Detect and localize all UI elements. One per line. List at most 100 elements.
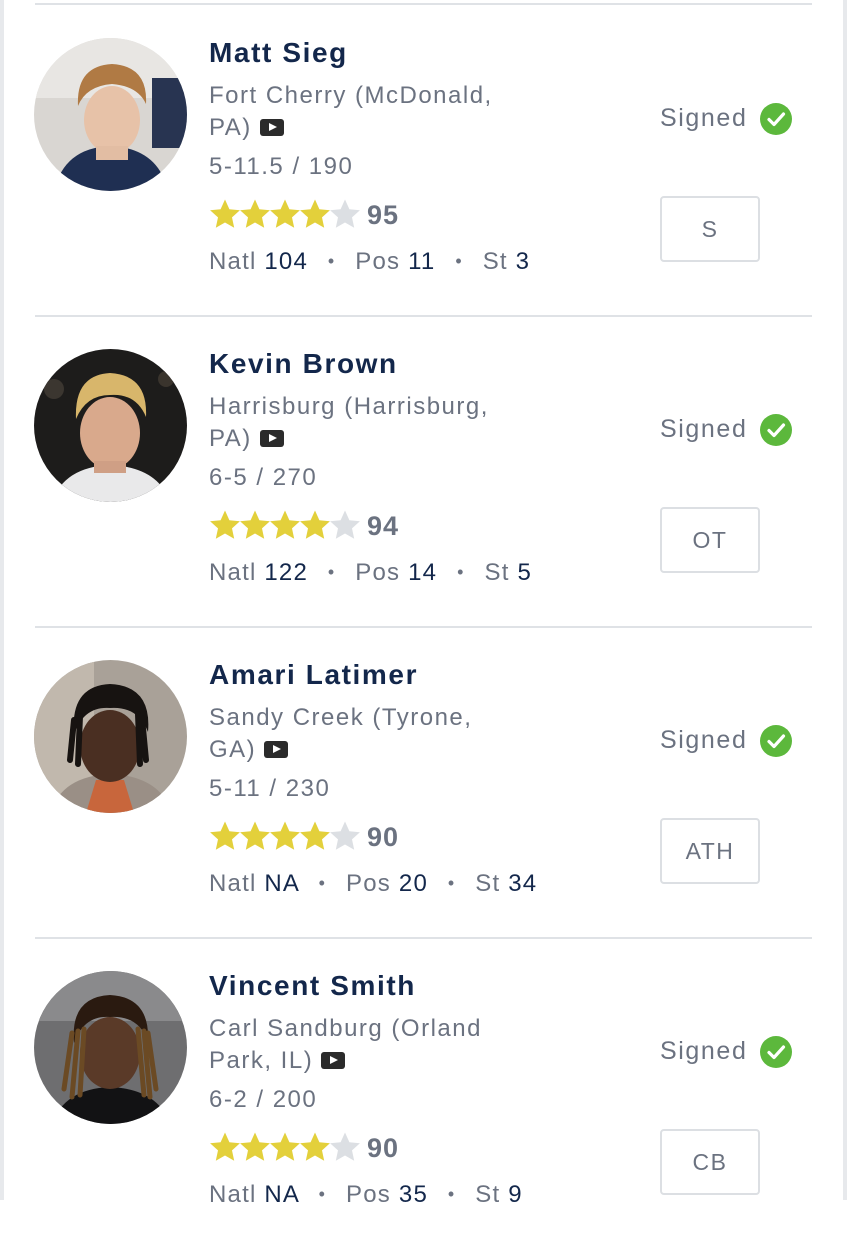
star-filled-icon <box>210 510 240 539</box>
rank-pos-label: Pos <box>346 1181 392 1208</box>
position-badge[interactable]: ATH <box>660 818 760 884</box>
recruit-name[interactable]: Vincent Smith <box>209 970 416 1002</box>
school-text: Sandy Creek (Tyrone, GA) <box>209 704 473 763</box>
star-empty-icon <box>330 199 360 228</box>
star-empty-icon <box>330 510 360 539</box>
recruit-row[interactable]: Vincent Smith Carl Sandburg (Orland Park… <box>0 933 847 1244</box>
rankings: Natl 122 • Pos 14 • St 5 <box>209 559 532 587</box>
rank-st-value[interactable]: 9 <box>508 1181 523 1208</box>
separator-dot: • <box>447 1184 456 1204</box>
rank-pos-value[interactable]: 14 <box>408 559 437 586</box>
avatar[interactable] <box>34 349 187 502</box>
rating-score: 94 <box>367 511 400 541</box>
recruit-school[interactable]: Fort Cherry (McDonald, PA) <box>209 80 509 144</box>
separator-dot: • <box>318 873 327 893</box>
school-text: Carl Sandburg (Orland Park, IL) <box>209 1015 482 1074</box>
recruit-name[interactable]: Amari Latimer <box>209 659 418 691</box>
separator-dot: • <box>327 251 336 271</box>
recruit-name[interactable]: Kevin Brown <box>209 348 398 380</box>
check-circle-icon <box>760 414 792 446</box>
check-circle-icon <box>760 725 792 757</box>
rank-pos-value[interactable]: 11 <box>408 248 435 275</box>
rank-pos-value[interactable]: 35 <box>399 1181 428 1208</box>
rank-pos-value[interactable]: 20 <box>399 870 428 897</box>
rank-st-label: St <box>482 248 508 275</box>
rank-natl-label: Natl <box>209 248 257 275</box>
video-icon[interactable] <box>259 119 284 136</box>
star-filled-icon <box>240 1132 270 1161</box>
rank-natl-value[interactable]: 122 <box>264 559 308 586</box>
rating-score: 90 <box>367 822 400 852</box>
rank-pos-label: Pos <box>355 559 401 586</box>
rank-natl-value[interactable]: NA <box>264 1181 298 1208</box>
recruit-school[interactable]: Harrisburg (Harrisburg, PA) <box>209 391 509 455</box>
status-label: Signed <box>660 1037 748 1065</box>
star-filled-icon <box>210 821 240 850</box>
avatar[interactable] <box>34 38 187 191</box>
rankings: Natl NA • Pos 35 • St 9 <box>209 1181 523 1209</box>
star-filled-icon <box>210 199 240 228</box>
recruit-row[interactable]: Kevin Brown Harrisburg (Harrisburg, PA) … <box>0 311 847 622</box>
separator-dot: • <box>455 251 463 271</box>
video-icon[interactable] <box>264 741 289 758</box>
recruit-measurements: 6-5 / 270 <box>209 464 318 491</box>
rating-score: 95 <box>367 200 400 230</box>
star-filled-icon <box>210 1132 240 1161</box>
recruit-measurements: 6-2 / 200 <box>209 1086 318 1113</box>
rankings: Natl 104 • Pos 11 • St 3 <box>209 248 530 276</box>
recruit-row[interactable]: Amari Latimer Sandy Creek (Tyrone, GA) 5… <box>0 622 847 933</box>
star-filled-icon <box>270 510 300 539</box>
recruit-measurements: 5-11 / 230 <box>209 775 331 802</box>
recruit-row[interactable]: Matt Sieg Fort Cherry (McDonald, PA) 5-1… <box>0 0 847 311</box>
star-filled-icon <box>270 1132 300 1161</box>
recruit-school[interactable]: Carl Sandburg (Orland Park, IL) <box>209 1013 509 1077</box>
separator-dot: • <box>447 873 456 893</box>
check-circle-icon <box>760 1036 792 1068</box>
recruit-list: Matt Sieg Fort Cherry (McDonald, PA) 5-1… <box>0 0 847 1208</box>
rank-st-value[interactable]: 3 <box>516 248 531 275</box>
star-empty-icon <box>330 821 360 850</box>
check-circle-icon <box>760 103 792 135</box>
rating-score: 90 <box>367 1133 400 1163</box>
rank-st-value[interactable]: 34 <box>508 870 537 897</box>
star-filled-icon <box>240 510 270 539</box>
rank-natl-label: Natl <box>209 559 257 586</box>
position-badge[interactable]: CB <box>660 1129 760 1195</box>
avatar[interactable] <box>34 971 187 1124</box>
rank-natl-label: Natl <box>209 1181 257 1208</box>
rank-st-label: St <box>475 870 501 897</box>
rank-st-value[interactable]: 5 <box>517 559 532 586</box>
rank-st-label: St <box>475 1181 501 1208</box>
separator-dot: • <box>318 1184 327 1204</box>
rank-natl-value[interactable]: NA <box>264 870 298 897</box>
star-filled-icon <box>300 510 330 539</box>
rankings: Natl NA • Pos 20 • St 34 <box>209 870 537 898</box>
rank-natl-value[interactable]: 104 <box>264 248 308 275</box>
status-label: Signed <box>660 104 748 132</box>
video-icon[interactable] <box>259 430 284 447</box>
status-label: Signed <box>660 415 748 443</box>
star-empty-icon <box>330 1132 360 1161</box>
rank-pos-label: Pos <box>346 870 392 897</box>
rank-natl-label: Natl <box>209 870 257 897</box>
video-icon[interactable] <box>321 1052 346 1069</box>
star-filled-icon <box>240 199 270 228</box>
separator-dot: • <box>327 562 336 582</box>
rank-st-label: St <box>484 559 510 586</box>
avatar[interactable] <box>34 660 187 813</box>
position-badge[interactable]: S <box>660 196 760 262</box>
star-filled-icon <box>300 199 330 228</box>
separator-dot: • <box>457 562 465 582</box>
recruit-measurements: 5-11.5 / 190 <box>209 153 354 180</box>
school-text: Harrisburg (Harrisburg, PA) <box>209 393 489 452</box>
rank-pos-label: Pos <box>355 248 401 275</box>
status-label: Signed <box>660 726 748 754</box>
star-filled-icon <box>270 821 300 850</box>
star-filled-icon <box>300 1132 330 1161</box>
recruit-name[interactable]: Matt Sieg <box>209 37 348 69</box>
school-text: Fort Cherry (McDonald, PA) <box>209 82 493 141</box>
star-filled-icon <box>240 821 270 850</box>
star-filled-icon <box>270 199 300 228</box>
position-badge[interactable]: OT <box>660 507 760 573</box>
recruit-school[interactable]: Sandy Creek (Tyrone, GA) <box>209 702 509 766</box>
